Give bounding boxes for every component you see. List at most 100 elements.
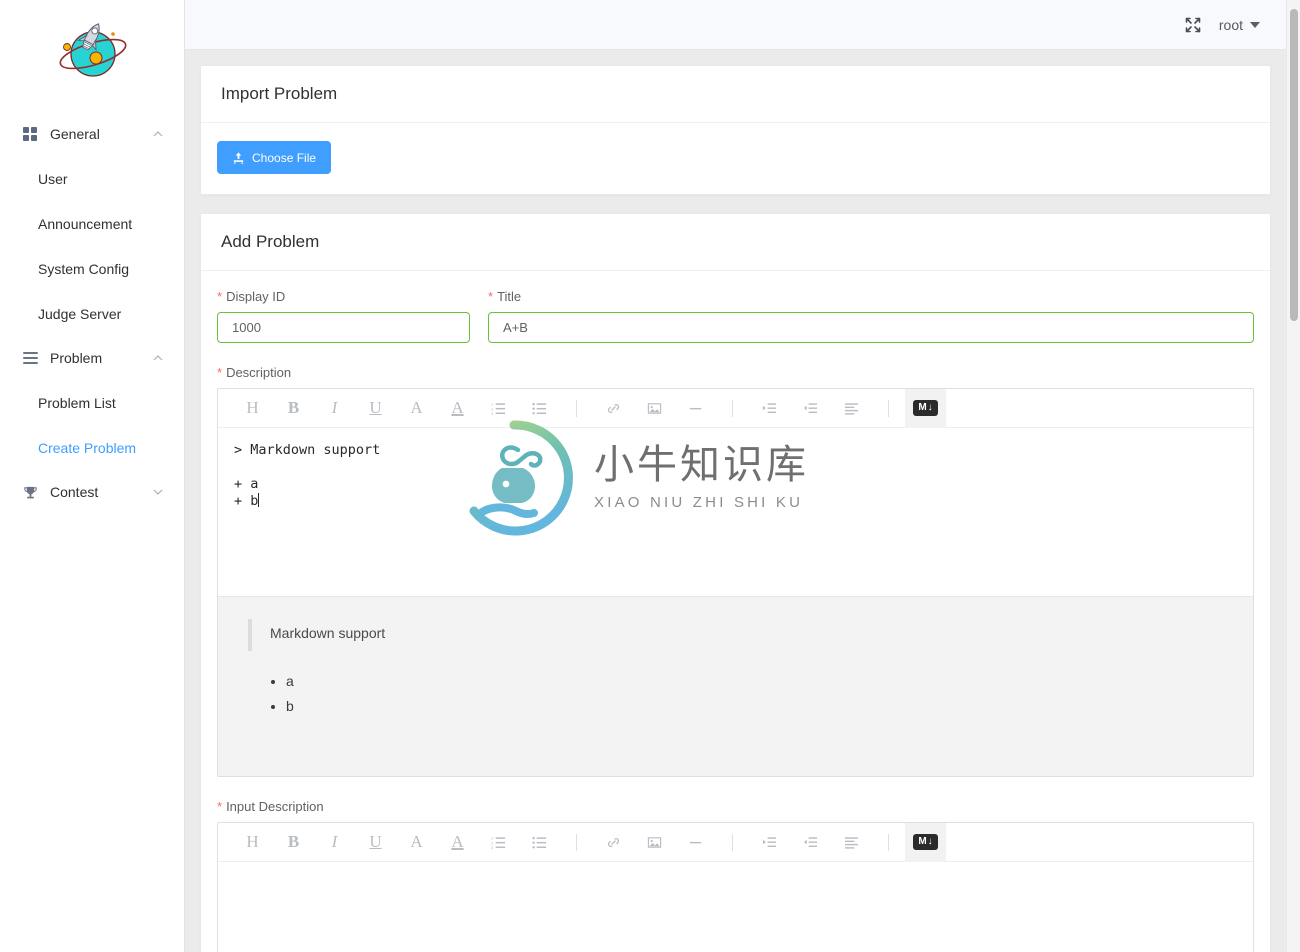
font-size-icon[interactable]: A [396, 823, 437, 862]
sidebar-item-label: Problem List [38, 394, 116, 411]
link-icon[interactable] [593, 823, 634, 862]
heading-icon[interactable]: H [232, 823, 273, 862]
markdown-toggle-button[interactable]: M ↓ [905, 822, 946, 862]
description-preview: Markdown support a b [218, 596, 1253, 776]
align-icon[interactable] [831, 389, 872, 428]
italic-icon[interactable]: I [314, 823, 355, 862]
sidebar-item-system-config[interactable]: System Config [0, 246, 184, 291]
app-root: General User Announcement System Config … [0, 0, 1300, 952]
description-source-text: > Markdown support + a + b [234, 442, 381, 509]
markdown-badge-m: M [918, 836, 927, 847]
choose-file-label: Choose File [252, 150, 317, 165]
bold-icon[interactable]: B [273, 823, 314, 862]
underline-icon[interactable]: U [355, 389, 396, 428]
sidebar: General User Announcement System Config … [0, 0, 185, 952]
unordered-list-icon[interactable] [519, 389, 560, 428]
upload-icon [232, 151, 245, 164]
markdown-toggle-button[interactable]: M ↓ [905, 388, 946, 428]
description-source-textarea[interactable]: > Markdown support + a + b [218, 428, 1253, 596]
title-input[interactable] [488, 312, 1254, 343]
font-color-icon[interactable]: A [437, 823, 478, 862]
sidebar-item-judge-server[interactable]: Judge Server [0, 291, 184, 336]
horizontal-rule-icon[interactable] [675, 389, 716, 428]
italic-icon[interactable]: I [314, 389, 355, 428]
outdent-icon[interactable] [790, 389, 831, 428]
input-description-label-text: Input Description [226, 799, 324, 814]
required-marker: * [488, 289, 494, 304]
image-icon[interactable] [634, 389, 675, 428]
unordered-list-icon[interactable] [519, 823, 560, 862]
display-id-label-text: Display ID [226, 289, 286, 304]
preview-blockquote: Markdown support [248, 619, 1223, 651]
fullscreen-icon[interactable] [1185, 17, 1201, 33]
description-field-group: * Description H B I U A A 1 2 3 M ↓ > Ma… [217, 365, 1254, 777]
markdown-badge-arrow: ↓ [927, 402, 933, 413]
preview-bullet-list: a b [248, 673, 1223, 714]
chevron-up-icon [152, 352, 164, 364]
font-size-icon[interactable]: A [396, 389, 437, 428]
link-icon[interactable] [593, 389, 634, 428]
import-problem-title: Import Problem [201, 66, 1270, 123]
image-icon[interactable] [634, 823, 675, 862]
sidebar-menu: General User Announcement System Config … [0, 100, 184, 514]
display-id-label: * Display ID [217, 289, 470, 304]
sidebar-item-problem-list[interactable]: Problem List [0, 380, 184, 425]
sidebar-group-problem[interactable]: Problem [0, 336, 184, 380]
list-item: a [286, 673, 1223, 689]
grid-icon [22, 126, 38, 142]
sidebar-item-label: Announcement [38, 215, 133, 232]
sidebar-item-announcement[interactable]: Announcement [0, 201, 184, 246]
text-cursor [258, 493, 260, 507]
display-id-field-group: * Display ID [217, 289, 470, 343]
main-area: root Import Problem Choose File Add Prob… [185, 0, 1300, 952]
description-label: * Description [217, 365, 1254, 380]
align-icon[interactable] [831, 823, 872, 862]
chevron-up-icon [152, 128, 164, 140]
sidebar-item-user[interactable]: User [0, 156, 184, 201]
sidebar-item-label: Judge Server [38, 305, 122, 322]
bold-icon[interactable]: B [273, 389, 314, 428]
chevron-down-icon [152, 486, 164, 498]
form-row-id-title: *Display ID *Title [217, 289, 1254, 343]
description-editor: H B I U A A 1 2 3 M ↓ > Markdown support… [217, 388, 1254, 777]
sidebar-item-create-problem[interactable]: Create Problem [0, 425, 184, 470]
heading-icon[interactable]: H [232, 389, 273, 428]
sidebar-group-general[interactable]: General [0, 112, 184, 156]
sidebar-group-problem-label: Problem [50, 350, 103, 366]
indent-icon[interactable] [749, 823, 790, 862]
import-problem-body: Choose File [201, 123, 1270, 194]
choose-file-button[interactable]: Choose File [217, 141, 332, 174]
input-description-label: * Input Description [217, 799, 1254, 814]
indent-icon[interactable] [749, 389, 790, 428]
markdown-badge-arrow: ↓ [927, 836, 933, 847]
outdent-icon[interactable] [790, 823, 831, 862]
toolbar-divider [888, 399, 889, 417]
title-label-text: Title [497, 289, 522, 304]
sidebar-group-contest[interactable]: Contest [0, 470, 184, 514]
description-label-text: Description [226, 365, 292, 380]
toolbar-divider [576, 399, 577, 417]
chevron-down-icon [1250, 21, 1260, 28]
required-marker: * [217, 289, 223, 304]
horizontal-rule-icon[interactable] [675, 823, 716, 862]
sidebar-submenu-problem: Problem List Create Problem [0, 380, 184, 470]
scrollbar-thumb[interactable] [1290, 9, 1298, 321]
sidebar-logo[interactable] [0, 0, 184, 100]
font-color-icon[interactable]: A [437, 389, 478, 428]
list-item: b [286, 698, 1223, 714]
input-description-source-textarea[interactable] [218, 862, 1253, 952]
vertical-scrollbar[interactable] [1286, 0, 1300, 952]
underline-icon[interactable]: U [355, 823, 396, 862]
add-problem-body: *Display ID *Title [201, 271, 1270, 952]
svg-text:3: 3 [491, 845, 494, 850]
ordered-list-icon[interactable]: 1 2 3 [478, 823, 519, 862]
display-id-input[interactable] [217, 312, 470, 343]
markdown-badge: M ↓ [913, 400, 938, 416]
toolbar-divider [888, 833, 889, 851]
toolbar-divider [732, 399, 733, 417]
svg-text:3: 3 [491, 411, 494, 416]
import-problem-card: Import Problem Choose File [200, 65, 1271, 195]
ordered-list-icon[interactable]: 1 2 3 [478, 389, 519, 428]
user-menu[interactable]: root [1219, 17, 1260, 33]
markdown-badge-m: M [918, 402, 927, 413]
